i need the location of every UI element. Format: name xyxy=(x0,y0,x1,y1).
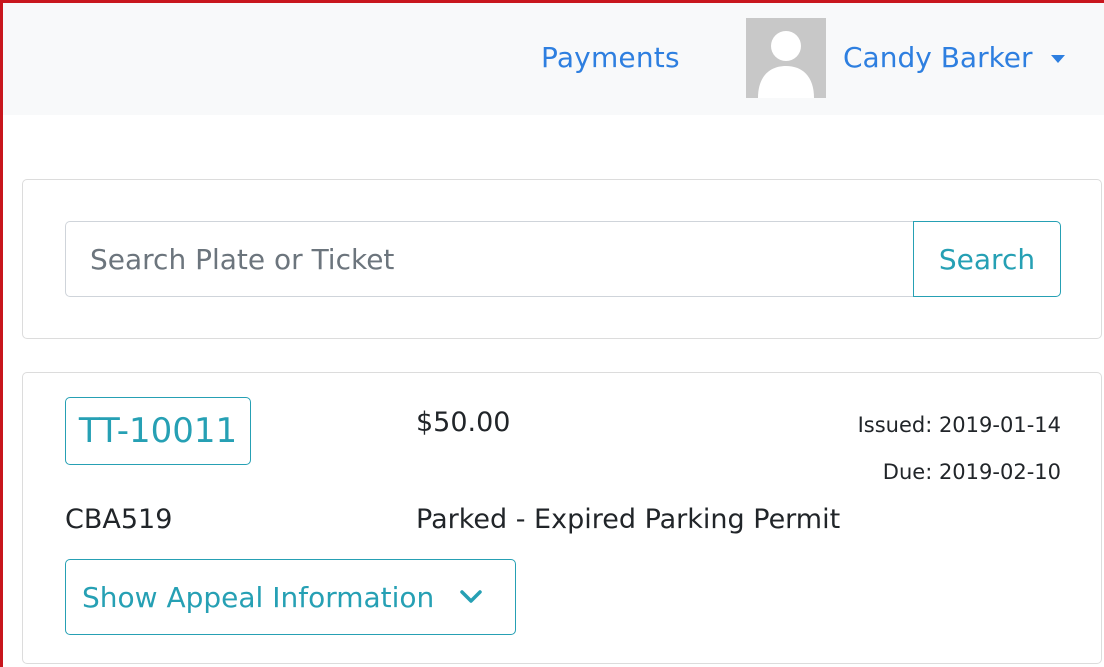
user-menu-toggle[interactable]: Candy Barker xyxy=(843,41,1065,74)
top-navbar: Payments Candy Barker xyxy=(3,3,1104,115)
show-appeal-button[interactable]: Show Appeal Information xyxy=(65,559,516,635)
ticket-id-badge[interactable]: TT-10011 xyxy=(65,397,251,465)
chevron-down-icon xyxy=(460,590,483,604)
payments-link[interactable]: Payments xyxy=(541,41,680,74)
show-appeal-label: Show Appeal Information xyxy=(82,580,435,614)
plate-number: CBA519 xyxy=(65,504,173,535)
app-frame: Payments Candy Barker Search TT-10011 $5… xyxy=(0,0,1104,667)
search-button[interactable]: Search xyxy=(913,221,1061,297)
ticket-card: TT-10011 $50.00 Issued: 2019-01-14 Due: … xyxy=(22,372,1102,664)
search-input[interactable] xyxy=(65,221,913,297)
violation-description: Parked - Expired Parking Permit xyxy=(416,504,841,535)
user-silhouette-icon xyxy=(758,31,814,98)
avatar[interactable] xyxy=(746,18,826,98)
issued-date: Issued: 2019-01-14 xyxy=(857,413,1061,437)
ticket-amount: $50.00 xyxy=(416,407,511,438)
search-card: Search xyxy=(22,179,1102,339)
user-name: Candy Barker xyxy=(843,41,1033,74)
due-date: Due: 2019-02-10 xyxy=(882,460,1061,484)
caret-down-icon xyxy=(1050,54,1065,63)
